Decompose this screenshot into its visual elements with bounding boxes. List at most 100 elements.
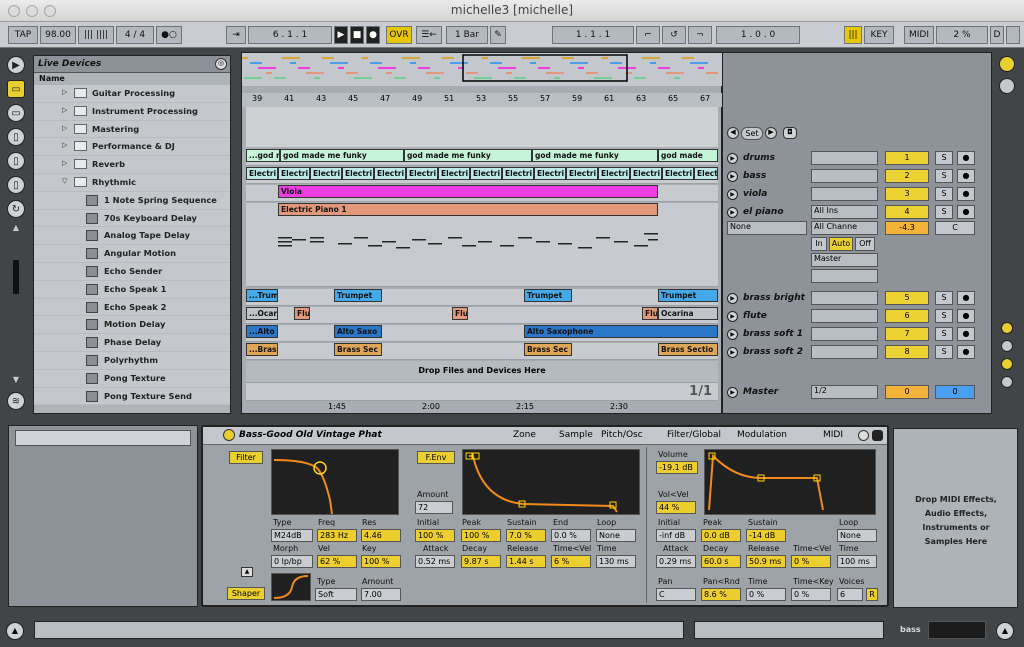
hide-browser-icon[interactable]: ▶ [7, 56, 25, 74]
filter-graph[interactable] [271, 449, 399, 515]
filter-type-select[interactable]: M24dB [271, 529, 313, 542]
clip[interactable]: Brass Sec [524, 343, 572, 356]
scroll-up-icon[interactable]: ▲ [7, 218, 25, 236]
monitor-select[interactable]: None [727, 221, 807, 235]
device-tab[interactable]: Pitch/Osc [601, 430, 643, 440]
arm-button[interactable]: ● [957, 309, 975, 323]
io-toggle-icon[interactable] [1001, 322, 1013, 334]
input-type-select[interactable] [811, 327, 878, 341]
shaper-toggle-button[interactable]: Shaper [227, 587, 265, 600]
browser-folder-row[interactable]: ▷ Guitar Processing [34, 85, 230, 103]
midi-notes[interactable] [278, 225, 658, 275]
file-browser-3-icon[interactable]: ▯ [7, 176, 25, 194]
clip[interactable]: Trumpet [334, 289, 382, 302]
solo-button[interactable]: S [935, 151, 953, 165]
track-activator[interactable]: 7 [885, 327, 929, 341]
chevron-down-icon[interactable]: ▽ [62, 177, 67, 185]
track-fold-icon[interactable]: ▶ [727, 310, 738, 322]
f-attack-field[interactable]: 0.52 ms [415, 555, 455, 568]
track-pan-field[interactable]: C [935, 221, 975, 235]
session-view-icon[interactable] [999, 56, 1015, 72]
morph-field[interactable]: 0 lp/bp [271, 555, 313, 568]
punch-in-marker-icon[interactable]: ◘ [783, 127, 797, 139]
pan-field[interactable]: C [656, 588, 696, 601]
a-decay-field[interactable]: 60.0 s [701, 555, 741, 568]
retrigger-button[interactable]: R [866, 588, 878, 601]
master-track-header[interactable]: ▶ Master 1/2 0 0 [723, 383, 991, 401]
track-fold-icon[interactable]: ▶ [727, 346, 738, 358]
browser-device-row[interactable]: 1 Note Spring Sequence [34, 191, 230, 210]
file-browser-1-icon[interactable]: ▯ [7, 128, 25, 146]
track-activator[interactable]: 4 [885, 205, 929, 219]
loop-length-field[interactable]: 1 . 0 . 0 [716, 26, 800, 44]
clip[interactable]: Electri [694, 167, 718, 180]
clip[interactable]: ...Ocari [246, 307, 278, 320]
a-time-field[interactable]: 100 ms [837, 555, 877, 568]
a-release-field[interactable]: 50.9 ms [746, 555, 786, 568]
clip[interactable]: Electri [310, 167, 342, 180]
clip[interactable]: ...god r [246, 149, 280, 162]
browser-folder-row[interactable]: ▷ Reverb [34, 156, 230, 174]
browser-device-row[interactable]: Echo Speak 2 [34, 298, 230, 317]
clip[interactable]: Electri [470, 167, 502, 180]
env-amount-field[interactable]: 72 [415, 501, 453, 514]
input-type-select[interactable] [811, 169, 878, 183]
browser-device-row[interactable]: Pong Texture [34, 369, 230, 388]
arrangement-view-icon[interactable] [999, 78, 1015, 94]
output-type-select[interactable]: Master [811, 253, 878, 267]
track-fold-icon[interactable]: ▶ [727, 170, 738, 182]
clip[interactable]: Electri [278, 167, 310, 180]
nudge-buttons[interactable]: ||| |||| [78, 26, 114, 44]
key-map-button[interactable]: KEY [864, 26, 894, 44]
input-type-select[interactable] [811, 345, 878, 359]
clip[interactable]: Electri [502, 167, 534, 180]
monitor-in-button[interactable]: In [811, 237, 827, 251]
track-header[interactable]: ▶ brass bright 5 S ● [723, 289, 991, 307]
clip[interactable]: Brass Sectio [658, 343, 718, 356]
browser-device-row[interactable]: Polyrhythm [34, 351, 230, 370]
quantize-menu[interactable]: ☰← [416, 26, 442, 44]
clip[interactable]: Electri [406, 167, 438, 180]
clip[interactable]: Flu [294, 307, 310, 320]
browser-folder-row[interactable]: ▷ Performance & DJ [34, 138, 230, 157]
mixer-toggle-icon[interactable] [1001, 358, 1013, 370]
f-loop-select[interactable]: None [596, 529, 636, 542]
clip[interactable]: Electri [374, 167, 406, 180]
clip[interactable]: Flu [642, 307, 658, 320]
a-timevel-field[interactable]: 0 % [791, 555, 831, 568]
save-preset-icon[interactable] [872, 430, 883, 441]
punch-out-button[interactable]: ¬ [688, 26, 712, 44]
key-field[interactable]: 100 % [361, 555, 401, 568]
track-fold-icon[interactable]: ▶ [727, 292, 738, 304]
arm-button[interactable]: ● [957, 327, 975, 341]
track-header[interactable]: ▶ brass soft 2 8 S ● [723, 343, 991, 361]
solo-button[interactable]: S [935, 309, 953, 323]
track-activator[interactable]: 5 [885, 291, 929, 305]
computer-midi-keyboard-button[interactable]: ||| [844, 26, 862, 44]
chevron-right-icon[interactable]: ▷ [62, 124, 67, 132]
solo-button[interactable]: S [935, 327, 953, 341]
midi-map-button[interactable]: MIDI [904, 26, 934, 44]
device-tab[interactable]: Sample [559, 430, 593, 440]
clip[interactable]: Electri [598, 167, 630, 180]
f-end-field[interactable]: 0.0 % [551, 529, 591, 542]
clip[interactable]: Brass Sec [334, 343, 382, 356]
scroll-down-icon[interactable]: ▼ [7, 370, 25, 388]
input-type-select[interactable] [811, 291, 878, 305]
input-channel-select[interactable]: All Channe [811, 221, 878, 235]
track-fold-icon[interactable]: ▶ [727, 188, 738, 200]
browser-folder-row[interactable]: ▽ Rhythmic [34, 173, 230, 192]
arm-button[interactable]: ● [957, 151, 975, 165]
f-release-field[interactable]: 1.44 s [506, 555, 546, 568]
clip[interactable]: ...Alto S [246, 325, 278, 338]
shaper-expand-icon[interactable]: ▲ [241, 567, 253, 577]
track-fold-icon[interactable]: ▶ [727, 328, 738, 340]
clip[interactable]: Electri [662, 167, 694, 180]
clip[interactable]: Ocarina [658, 307, 718, 320]
chevron-right-icon[interactable]: ▷ [62, 141, 67, 149]
browser-device-row[interactable]: Analog Tape Delay [34, 227, 230, 246]
master-output-select[interactable]: 1/2 [811, 385, 878, 399]
signature-field[interactable]: 4 / 4 [116, 26, 154, 44]
track-header[interactable]: ▶ brass soft 1 7 S ● [723, 325, 991, 343]
time-key-field[interactable]: 0 % [791, 588, 831, 601]
